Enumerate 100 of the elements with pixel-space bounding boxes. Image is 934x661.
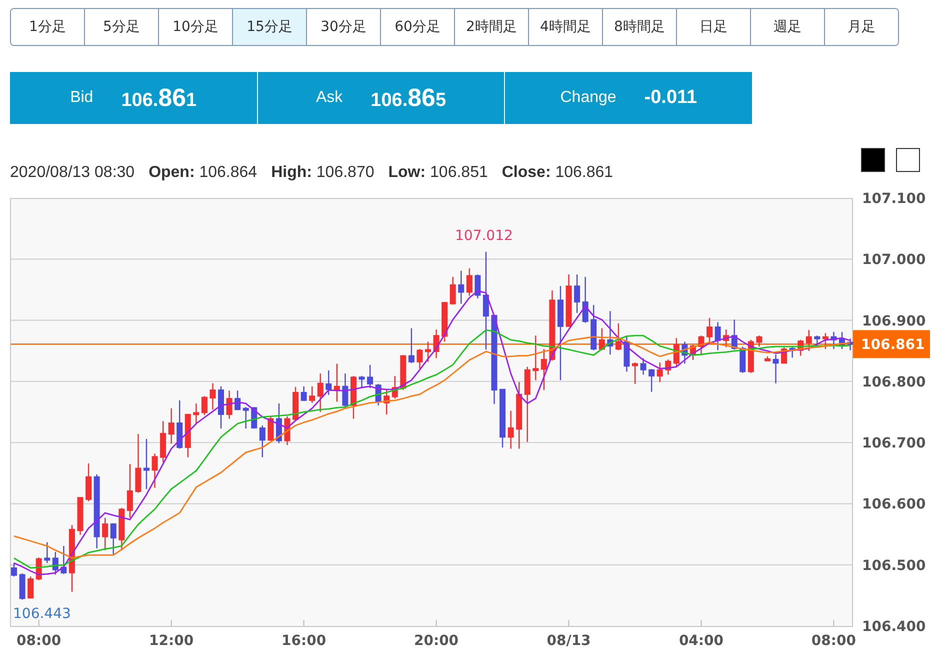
candlestick — [508, 410, 514, 449]
candlestick — [433, 329, 440, 358]
axis-label: 08:00 — [16, 633, 62, 649]
candlestick — [317, 373, 324, 412]
current-price-badge: 106.861 — [853, 330, 930, 358]
ohlc-value: Low: 106.851 — [388, 164, 488, 182]
low-price-label: 106.443 — [13, 606, 71, 622]
candlestick — [118, 508, 125, 550]
candlestick — [309, 386, 316, 403]
axis-label: 20:00 — [414, 633, 459, 649]
candlestick — [68, 525, 75, 592]
timeframe-tab[interactable]: 月足 — [824, 9, 898, 45]
candlestick — [450, 276, 456, 304]
candlestick — [110, 523, 116, 556]
candlestick — [242, 407, 249, 428]
candlestick — [234, 390, 241, 410]
candlestick — [839, 332, 845, 350]
quote-label: Change — [560, 89, 616, 107]
candlestick — [822, 333, 828, 350]
quote-label: Ask — [316, 89, 343, 107]
candlestick — [292, 386, 299, 421]
candlestick — [276, 403, 282, 444]
candlestick — [160, 421, 166, 462]
candlestick — [326, 370, 332, 395]
candlestick — [756, 336, 762, 347]
ohlc-value: Open: 106.864 — [148, 164, 258, 182]
candlestick — [86, 463, 92, 502]
timestamp: 2020/08/13 08:30 — [10, 164, 135, 182]
candlestick — [632, 362, 638, 384]
axis-label: 106.500 — [862, 558, 926, 574]
candlestick — [218, 386, 224, 428]
candlestick — [656, 362, 663, 382]
candlestick — [624, 336, 630, 372]
candlestick — [566, 274, 572, 327]
candlestick — [425, 342, 431, 362]
axis-label: 106.700 — [862, 436, 926, 452]
quote-value: 106.861 — [121, 84, 197, 112]
candlestick — [764, 356, 770, 362]
candlestick — [847, 338, 854, 350]
candlestick — [723, 329, 730, 348]
candlestick — [126, 464, 133, 518]
candlestick — [549, 290, 556, 361]
axis-label: 106.400 — [862, 619, 926, 635]
candlestick — [60, 546, 67, 574]
candlestick — [682, 342, 688, 364]
candlestick — [210, 383, 216, 410]
candlestick — [582, 276, 588, 323]
axis-label: 04:00 — [678, 633, 724, 649]
candlestick — [806, 330, 812, 351]
candlestick — [350, 376, 356, 419]
candlestick — [814, 336, 820, 347]
candlestick — [300, 386, 307, 401]
candlestick — [714, 322, 721, 350]
candlestick — [665, 359, 672, 375]
axis-label: 107.100 — [862, 191, 926, 207]
candlestick — [342, 373, 348, 408]
candlestick — [193, 403, 200, 424]
candlestick — [11, 563, 17, 576]
axis-label: 106.900 — [862, 313, 926, 330]
candlestick — [284, 416, 290, 446]
candlestick — [259, 425, 266, 458]
axis-label: 08/13 — [546, 633, 591, 649]
candlestick — [590, 305, 597, 350]
ohlc-value: Close: 106.861 — [502, 164, 614, 182]
candlestick — [540, 349, 547, 390]
axis-label: 107.000 — [862, 252, 926, 268]
candlestick — [474, 274, 481, 298]
candlestick — [442, 302, 448, 342]
axis-label: 16:00 — [282, 633, 326, 649]
ohlc-value: High: 106.870 — [271, 164, 374, 182]
candlestick — [44, 542, 50, 564]
candlestick — [673, 338, 680, 367]
theme-swatch[interactable] — [896, 148, 920, 172]
candlestick — [640, 358, 646, 375]
axis-label: 106.600 — [862, 496, 926, 513]
candlestick — [500, 388, 506, 448]
candlestick — [226, 390, 232, 419]
candlestick — [466, 268, 472, 296]
candlestick — [408, 328, 414, 364]
candlestick — [690, 344, 696, 360]
axis-label: 106.800 — [862, 374, 926, 390]
candlestick — [789, 347, 796, 358]
quote-value: 106.865 — [370, 84, 446, 112]
candlestick — [52, 552, 58, 575]
candlestick — [516, 382, 522, 449]
theme-swatch[interactable] — [861, 148, 885, 172]
candlestick — [135, 434, 142, 493]
candlestick — [392, 376, 398, 399]
candlestick — [102, 518, 108, 550]
candlestick — [706, 318, 713, 343]
candlestick — [400, 355, 406, 390]
candlestick — [334, 364, 340, 402]
candlestick — [798, 340, 804, 356]
axis-label: 12:00 — [149, 633, 194, 649]
candlestick — [168, 408, 174, 444]
candlestick — [152, 454, 158, 488]
candlestick — [574, 274, 580, 313]
high-price-label: 107.012 — [455, 228, 513, 244]
timeframe-tab[interactable]: 15分足 — [232, 9, 306, 45]
candlestick — [176, 400, 183, 449]
